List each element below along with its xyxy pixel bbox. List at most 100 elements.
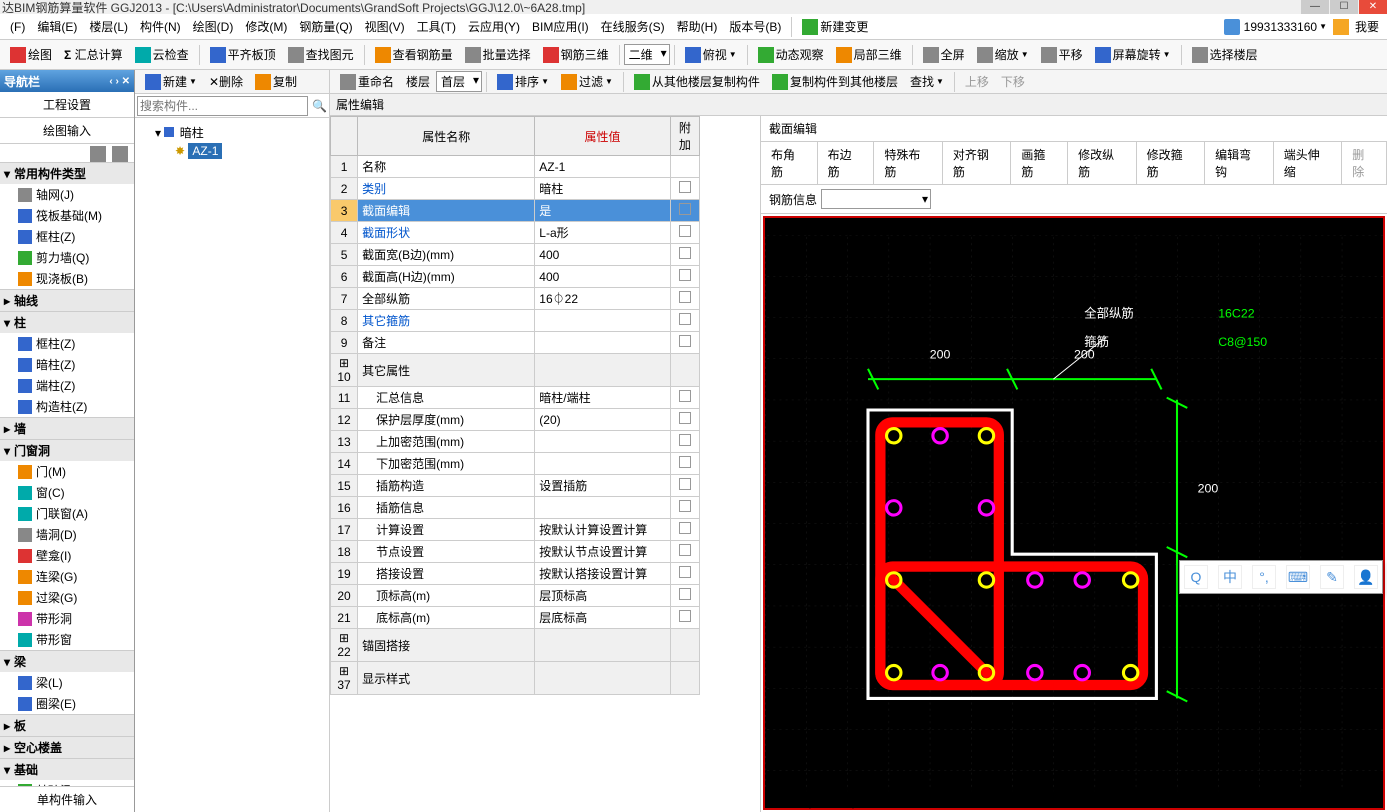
section-tab[interactable]: 修改箍筋: [1137, 142, 1206, 184]
property-row[interactable]: 21底标高(m)层底标高: [331, 607, 700, 629]
new-change-button[interactable]: 新建变更: [796, 13, 874, 41]
search-icon[interactable]: 🔍: [312, 99, 327, 113]
menu-tool[interactable]: 工具(T): [411, 18, 462, 35]
tree-item[interactable]: 框柱(Z): [0, 226, 134, 247]
tree-item[interactable]: 连梁(G): [0, 566, 134, 587]
tree-item[interactable]: 暗柱(Z): [0, 354, 134, 375]
property-row[interactable]: ⊞ 37显示样式: [331, 662, 700, 695]
menu-floor[interactable]: 楼层(L): [83, 18, 134, 35]
search-input[interactable]: [137, 96, 308, 116]
btn-rename[interactable]: 重命名: [334, 70, 400, 94]
tree-cat[interactable]: ▸墙: [0, 417, 134, 439]
menu-rebar[interactable]: 钢筋量(Q): [293, 18, 358, 35]
property-row[interactable]: 3截面编辑是: [331, 200, 700, 222]
maximize-button[interactable]: ☐: [1330, 0, 1358, 14]
tree-cat[interactable]: ▾柱: [0, 311, 134, 333]
tree-item[interactable]: 筏板基础(M): [0, 205, 134, 226]
tb-draw[interactable]: 绘图: [4, 41, 58, 69]
property-row[interactable]: 5截面宽(B边)(mm)400: [331, 244, 700, 266]
tree-cat[interactable]: ▾基础: [0, 758, 134, 780]
close-button[interactable]: ✕: [1359, 0, 1387, 14]
section-tab[interactable]: 修改纵筋: [1068, 142, 1137, 184]
tree-item[interactable]: 框柱(Z): [0, 333, 134, 354]
tree-item[interactable]: 轴网(J): [0, 184, 134, 205]
property-row[interactable]: 7全部纵筋16⏀22: [331, 288, 700, 310]
tree-cat[interactable]: ▾常用构件类型: [0, 162, 134, 184]
section-tab[interactable]: 画箍筋: [1011, 142, 1068, 184]
nav-arrows[interactable]: ‹ › ✕: [109, 76, 130, 87]
property-row[interactable]: 6截面高(H边)(mm)400: [331, 266, 700, 288]
section-tab[interactable]: 对齐钢筋: [943, 142, 1012, 184]
tree-item[interactable]: 端柱(Z): [0, 375, 134, 396]
btn-copyto[interactable]: 复制构件到其他楼层: [766, 70, 904, 94]
menu-cloud[interactable]: 云应用(Y): [462, 18, 526, 35]
view-mode-combo[interactable]: 二维: [624, 44, 670, 65]
property-row[interactable]: 17计算设置按默认计算设置计算: [331, 519, 700, 541]
tree-cat[interactable]: ▸板: [0, 714, 134, 736]
menu-file[interactable]: (F): [4, 20, 31, 34]
section-tab[interactable]: 特殊布筋: [874, 142, 943, 184]
property-row[interactable]: 4截面形状L-a形: [331, 222, 700, 244]
menu-view[interactable]: 视图(V): [359, 18, 411, 35]
tree-item[interactable]: 窗(C): [0, 482, 134, 503]
user-id[interactable]: 19931333160: [1244, 20, 1317, 34]
menu-bim[interactable]: BIM应用(I): [526, 18, 595, 35]
ft-person-icon[interactable]: 👤: [1354, 565, 1378, 589]
section-tab[interactable]: 删除: [1342, 142, 1387, 184]
tree-item[interactable]: 门联窗(A): [0, 503, 134, 524]
tree-item[interactable]: 壁龛(I): [0, 545, 134, 566]
tb-flattop[interactable]: 平齐板顶: [204, 41, 282, 69]
tree-item[interactable]: 构造柱(Z): [0, 396, 134, 417]
property-row[interactable]: 11汇总信息暗柱/端柱: [331, 387, 700, 409]
tree-item-az1[interactable]: AZ-1: [188, 143, 222, 159]
tb-cloudcheck[interactable]: 云检查: [129, 41, 195, 69]
tb-fullscreen[interactable]: 全屏: [917, 41, 971, 69]
btn-new[interactable]: 新建▼: [139, 70, 203, 94]
minimize-button[interactable]: —: [1301, 0, 1329, 14]
menu-version[interactable]: 版本号(B): [723, 18, 787, 35]
section-tab[interactable]: 布角筋: [761, 142, 818, 184]
nav-bottom-tab[interactable]: 单构件输入: [0, 786, 134, 812]
ft-edit-icon[interactable]: ✎: [1320, 565, 1344, 589]
property-row[interactable]: 19搭接设置按默认搭接设置计算: [331, 563, 700, 585]
btn-copyfrom[interactable]: 从其他楼层复制构件: [628, 70, 766, 94]
tb-pan[interactable]: 平移: [1035, 41, 1089, 69]
section-tab[interactable]: 编辑弯钩: [1205, 142, 1274, 184]
view-toggle-icon[interactable]: [90, 146, 106, 162]
tree-item[interactable]: 圈梁(E): [0, 693, 134, 714]
feedback-button[interactable]: 我要: [1355, 18, 1379, 35]
menu-component[interactable]: 构件(N): [134, 18, 187, 35]
menu-edit[interactable]: 编辑(E): [31, 18, 83, 35]
tb-zoom[interactable]: 缩放▼: [971, 41, 1035, 69]
ft-punct-icon[interactable]: °,: [1252, 565, 1276, 589]
menu-online[interactable]: 在线服务(S): [595, 18, 671, 35]
btn-filter[interactable]: 过滤▼: [555, 70, 619, 94]
ft-keyboard-icon[interactable]: ⌨: [1286, 565, 1310, 589]
property-row[interactable]: 15插筋构造设置插筋: [331, 475, 700, 497]
ft-cn-icon[interactable]: 中: [1218, 565, 1242, 589]
menu-help[interactable]: 帮助(H): [671, 18, 724, 35]
tree-cat[interactable]: ▸轴线: [0, 289, 134, 311]
btn-delete[interactable]: ✕删除: [203, 70, 249, 94]
ft-search-icon[interactable]: Q: [1184, 565, 1208, 589]
tree-item[interactable]: 带形窗: [0, 629, 134, 650]
tree-item[interactable]: 过梁(G): [0, 587, 134, 608]
nav-tab-draw[interactable]: 绘图输入: [0, 118, 134, 144]
tree-item[interactable]: 带形洞: [0, 608, 134, 629]
tb-findimg[interactable]: 查找图元: [282, 41, 360, 69]
tree-cat[interactable]: ▸空心楼盖: [0, 736, 134, 758]
tb-selfloor[interactable]: 选择楼层: [1186, 41, 1264, 69]
tb-sigma[interactable]: Σ 汇总计算: [58, 41, 129, 69]
nav-tab-project[interactable]: 工程设置: [0, 92, 134, 118]
view-toggle-icon2[interactable]: [112, 146, 128, 162]
property-row[interactable]: 16插筋信息: [331, 497, 700, 519]
property-row[interactable]: 8其它箍筋: [331, 310, 700, 332]
property-row[interactable]: 9备注: [331, 332, 700, 354]
btn-find[interactable]: 查找▼: [904, 70, 950, 94]
section-tab[interactable]: 端头伸缩: [1274, 142, 1343, 184]
notify-icon[interactable]: [1333, 19, 1349, 35]
tb-topview[interactable]: 俯视▼: [679, 41, 743, 69]
tree-cat[interactable]: ▾门窗洞: [0, 439, 134, 461]
tree-root[interactable]: ▾ 暗柱: [139, 122, 325, 143]
menu-modify[interactable]: 修改(M): [239, 18, 293, 35]
